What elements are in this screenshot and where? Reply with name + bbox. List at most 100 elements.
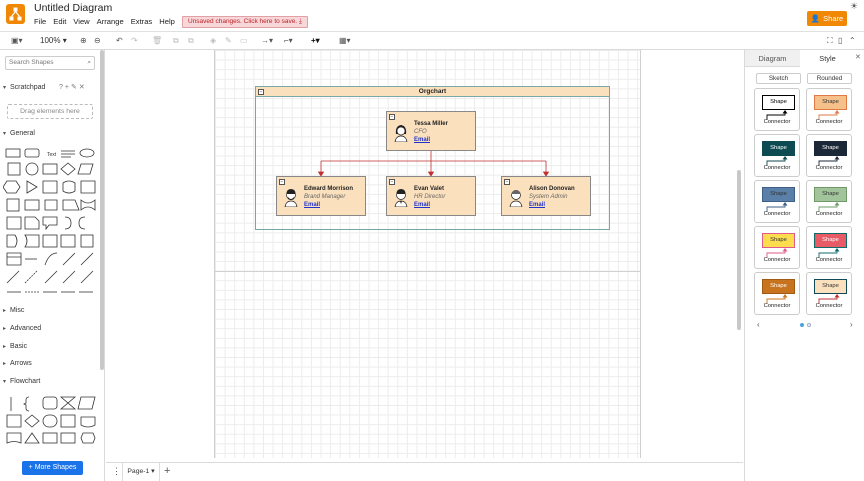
to-front-icon[interactable]: ⧉ [173,35,179,47]
connector-arrow [834,110,840,114]
search-shapes-input[interactable]: Search Shapes ⌕ [5,56,95,70]
fill-color-icon[interactable]: ◈ [210,35,216,47]
menu-view[interactable]: View [73,17,89,26]
insert-icon[interactable]: +▾ [311,35,320,47]
undo-icon[interactable]: ↶ [116,35,123,47]
advanced-section[interactable]: ▸ Advanced [0,322,100,336]
app-logo[interactable] [6,4,25,24]
general-shapes-grid[interactable]: Text [3,145,99,350]
prev-styles-icon[interactable]: ‹ [757,320,760,329]
style-connector-preview [818,248,840,258]
style-card-2[interactable]: Shape Connector [806,88,852,131]
scratchpad-dropzone[interactable]: Drag elements here [7,104,93,119]
basic-section[interactable]: ▸ Basic [0,340,100,354]
style-card-5[interactable]: Shape Connector [754,180,800,223]
redo-icon[interactable]: ↷ [131,35,138,47]
save-icon: ⤓ [298,18,302,25]
style-connector-preview [766,248,788,258]
to-back-icon[interactable]: ⧉ [188,35,194,47]
connector-arrow [782,248,788,252]
menu-extras[interactable]: Extras [131,17,153,26]
style-card-9[interactable]: Shape Connector [754,272,800,315]
collapse-toggle-icon[interactable]: − [504,179,510,185]
styles-page-dot[interactable] [807,323,811,327]
connector-arrow [782,202,788,206]
rounded-toggle[interactable]: Rounded [807,73,852,84]
style-connector-label: Connector [763,119,791,125]
connector-arrow [834,156,840,160]
scratchpad-tools-icon[interactable]: ?+✎✕ [59,81,87,95]
zoom-out-icon[interactable]: ⊖ [94,35,101,47]
general-section[interactable]: ▾ General [0,127,100,141]
styles-page-dot-active[interactable] [800,323,804,327]
share-button[interactable]: 👤 Share [807,11,847,26]
flowchart-section[interactable]: ▾ Flowchart [0,375,100,389]
advanced-label: Advanced [10,325,42,332]
woman-avatar-icon [394,125,408,142]
style-card-1[interactable]: Shape Connector [754,88,800,131]
email-link[interactable]: Email [414,137,430,143]
next-styles-icon[interactable]: › [850,320,853,329]
collapse-toggle-icon[interactable]: − [389,114,395,120]
flowchart-shapes-grid[interactable] [3,393,99,455]
delete-icon[interactable]: 🗑 [152,35,162,47]
style-card-8[interactable]: Shape Connector [806,226,852,269]
chevron-right-icon: ▸ [3,361,7,367]
misc-section[interactable]: ▸ Misc [0,304,100,318]
zoom-in-icon[interactable]: ⊕ [80,35,87,47]
unsaved-changes-button[interactable]: Unsaved changes. Click here to save. ⤓ [182,16,308,28]
pages-menu-icon[interactable]: ⋮ [112,466,121,477]
arrows-section[interactable]: ▸ Arrows [0,357,100,371]
shapes-scrollbar[interactable] [100,50,104,370]
canvas-vertical-scrollbar[interactable] [737,170,741,330]
scratchpad-section[interactable]: ▾ Scratchpad ?+✎✕ [0,81,100,95]
email-link[interactable]: Email [529,202,545,208]
collapse-icon[interactable]: ⌃ [849,35,856,47]
collapse-toggle-icon[interactable]: − [389,179,395,185]
document-title[interactable]: Untitled Diagram [34,2,112,14]
menu-file[interactable]: File [34,17,46,26]
style-card-6[interactable]: Shape Connector [806,180,852,223]
page-tab-label: Page-1 [127,468,150,475]
tab-diagram[interactable]: Diagram [745,50,800,67]
table-icon[interactable]: ▦▾ [339,35,351,47]
more-shapes-button[interactable]: + More Shapes [22,461,83,475]
style-card-4[interactable]: Shape Connector [806,134,852,177]
zoom-select[interactable]: 100% ▾ [40,35,67,47]
collapse-toggle-icon[interactable]: − [279,179,285,185]
format-panel-icon[interactable]: ▣▾ [11,35,23,47]
svg-text:Text: Text [47,152,57,158]
org-card-alison-donovan[interactable]: − Alison Donovan System Admin Email [501,176,591,216]
theme-icon[interactable]: ☀ [850,1,858,12]
menu-help[interactable]: Help [159,17,175,26]
line-color-icon[interactable]: ✎ [225,35,232,47]
page-tab[interactable]: Page-1 ▾ [122,463,160,481]
shadow-icon[interactable]: ▭ [240,35,248,47]
chevron-down-icon: ▾ [3,379,7,385]
style-connector-label: Connector [815,119,843,125]
menu-arrange[interactable]: Arrange [97,17,124,26]
waypoints-icon[interactable]: ⌐▾ [284,35,293,47]
sketch-toggle[interactable]: Sketch [756,73,801,84]
style-card-3[interactable]: Shape Connector [754,134,800,177]
org-card-evan-valet[interactable]: − Evan Valet HR Director Email [386,176,476,216]
style-card-7[interactable]: Shape Connector [754,226,800,269]
unsaved-label: Unsaved changes. Click here to save. [188,18,298,25]
org-card-tessa-miller[interactable]: − Tessa Miller CFO Email [386,111,476,151]
style-card-10[interactable]: Shape Connector [806,272,852,315]
menu-edit[interactable]: Edit [53,17,66,26]
drawio-logo-icon [9,7,22,21]
diagram-canvas[interactable]: Orgchart − − Tessa Miller CFO Email − Ed… [106,50,743,458]
fullscreen-icon[interactable]: ⛶ [827,35,833,47]
format-toggle-icon[interactable]: ▯ [838,35,842,47]
orgchart-container[interactable]: Orgchart − − Tessa Miller CFO Email − Ed… [255,86,610,230]
email-link[interactable]: Email [414,202,430,208]
connector-arrow [834,248,840,252]
add-page-icon[interactable]: + [164,465,170,477]
tab-style[interactable]: Style [800,50,855,67]
chevron-down-icon: ▾ [3,131,7,137]
org-card-edward-morrison[interactable]: − Edward Morrison Brand Manager Email [276,176,366,216]
connection-icon[interactable]: →▾ [261,35,273,47]
email-link[interactable]: Email [304,202,320,208]
close-icon[interactable]: ✕ [855,53,861,61]
